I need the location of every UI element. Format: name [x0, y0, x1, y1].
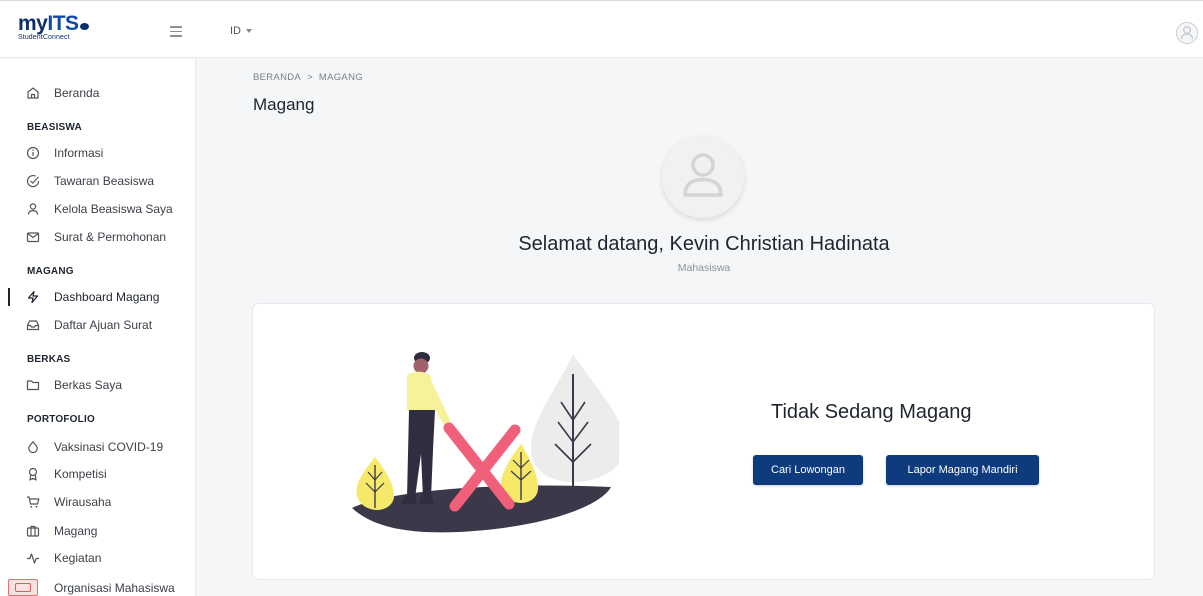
inbox-icon	[26, 320, 40, 331]
myits-logo[interactable]: myITS StudentConnect	[18, 13, 89, 41]
logo-its: ITS	[47, 12, 79, 35]
sidebar-item-beranda[interactable]: Beranda	[0, 81, 196, 105]
language-value: ID	[230, 25, 241, 37]
sidebar-item-kompetisi[interactable]: Kompetisi	[0, 462, 196, 486]
status-title: Tidak Sedang Magang	[771, 401, 972, 423]
top-bar: myITS StudentConnect ID	[0, 0, 1203, 58]
sidebar-item-dashboard-magang[interactable]: Dashboard Magang	[0, 285, 196, 309]
sidebar-item-wirausaha[interactable]: Wirausaha	[0, 490, 196, 514]
language-dropdown[interactable]: ID	[230, 25, 252, 37]
sidebar-item-label: Kompetisi	[54, 467, 107, 481]
sidebar-item-label: Kegiatan	[54, 551, 102, 565]
logo-wordmark: myITS	[18, 13, 89, 35]
welcome-heading: Selamat datang, Kevin Christian Hadinata	[518, 233, 890, 255]
section-heading-berkas: BERKAS	[27, 354, 71, 365]
report-independent-internship-button[interactable]: Lapor Magang Mandiri	[886, 455, 1039, 485]
active-indicator	[8, 288, 10, 306]
illustration-person-legs	[407, 410, 435, 498]
briefcase-icon	[26, 525, 40, 537]
profile-photo	[662, 136, 744, 218]
sidebar-item-label: Organisasi Mahasiswa	[54, 581, 175, 595]
home-icon	[27, 87, 39, 99]
internship-status-card: Tidak Sedang Magang Cari Lowongan Lapor …	[252, 303, 1155, 580]
menu-toggle-icon[interactable]	[170, 26, 182, 40]
sidebar-item-label: Kelola Beasiswa Saya	[54, 202, 173, 216]
sidebar-item-kegiatan[interactable]: Kegiatan	[0, 546, 196, 570]
cart-icon	[27, 496, 40, 508]
user-icon	[27, 203, 39, 215]
sidebar-item-berkas-saya[interactable]: Berkas Saya	[0, 373, 196, 397]
find-vacancy-button[interactable]: Cari Lowongan	[753, 455, 863, 485]
sidebar-item-informasi[interactable]: Informasi	[0, 141, 196, 165]
user-avatar-button[interactable]	[1176, 22, 1198, 44]
taskbar-thumbnail-icon[interactable]	[8, 579, 38, 596]
sidebar-item-daftar-ajuan-surat[interactable]: Daftar Ajuan Surat	[0, 313, 196, 337]
user-placeholder-icon	[683, 153, 723, 197]
caret-down-icon	[246, 29, 252, 34]
award-icon	[28, 467, 38, 481]
sidebar-item-label: Daftar Ajuan Surat	[54, 318, 153, 332]
logo-mark-icon	[79, 23, 89, 30]
sidebar-item-kelola-beasiswa[interactable]: Kelola Beasiswa Saya	[0, 197, 196, 221]
logo-subtitle: StudentConnect	[18, 34, 70, 41]
sidebar-item-tawaran-beasiswa[interactable]: Tawaran Beasiswa	[0, 169, 196, 193]
sidebar-item-magang[interactable]: Magang	[0, 519, 196, 543]
breadcrumb-separator: >	[307, 72, 313, 83]
breadcrumb-current: MAGANG	[318, 72, 363, 83]
page-title: Magang	[253, 95, 315, 114]
sidebar: Beranda BEASISWA Informasi Tawaran Beasi…	[0, 59, 196, 596]
breadcrumb-home[interactable]: BERANDA	[253, 72, 301, 83]
logo-prefix: my	[18, 12, 48, 35]
sidebar-item-label: Dashboard Magang	[54, 290, 160, 304]
folder-icon	[26, 380, 40, 391]
activity-icon	[27, 553, 39, 564]
sidebar-item-label: Tawaran Beasiswa	[54, 174, 155, 188]
sidebar-item-label: Magang	[54, 524, 98, 538]
sidebar-item-label: Wirausaha	[54, 495, 112, 509]
section-heading-portofolio: PORTOFOLIO	[27, 414, 95, 425]
sidebar-item-vaksinasi[interactable]: Vaksinasi COVID-19	[0, 435, 196, 459]
breadcrumb: BERANDA > MAGANG	[253, 72, 363, 83]
no-internship-illustration	[352, 352, 619, 533]
sidebar-item-label: Vaksinasi COVID-19	[54, 440, 164, 454]
sidebar-item-label: Informasi	[54, 146, 104, 160]
info-icon	[26, 146, 40, 160]
user-role: Mahasiswa	[677, 262, 731, 274]
zap-icon	[27, 290, 39, 304]
section-heading-beasiswa: BEASISWA	[27, 122, 82, 133]
droplet-icon	[28, 441, 38, 454]
sidebar-item-label: Beranda	[54, 86, 100, 100]
sidebar-item-label: Berkas Saya	[54, 378, 123, 392]
check-circle-icon	[26, 175, 40, 188]
user-icon	[1180, 26, 1194, 40]
